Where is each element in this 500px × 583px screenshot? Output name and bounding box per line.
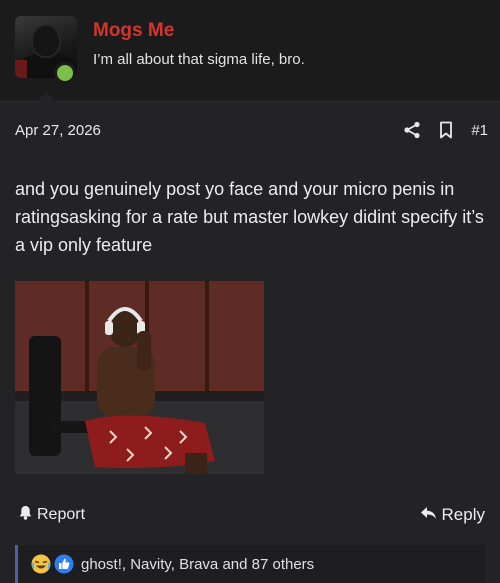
- post-number-link[interactable]: #1: [471, 122, 488, 139]
- avatar-silhouette-head: [33, 26, 59, 56]
- post-meta-actions: #1: [385, 119, 488, 141]
- report-button[interactable]: Report: [19, 505, 85, 525]
- post-message-text: and you genuinely post yo face and your …: [15, 179, 484, 255]
- online-status-indicator: [54, 62, 76, 84]
- reactions-bar[interactable]: ghost!, Navity, Brava and 87 others: [15, 545, 485, 583]
- bell-icon: [19, 505, 37, 525]
- avatar-red-detail: [15, 60, 27, 78]
- reply-button[interactable]: Reply: [420, 505, 485, 525]
- post-author-block: Mogs Me I’m all about that sigma life, b…: [0, 0, 500, 102]
- post-body: Apr 27, 2026 #1 and you genuinely post y…: [0, 102, 500, 583]
- post-embedded-gif[interactable]: [15, 281, 264, 474]
- thumbs-up-icon: [54, 554, 74, 574]
- author-username[interactable]: Mogs Me: [93, 20, 174, 42]
- forum-post-page: Mogs Me I’m all about that sigma life, b…: [0, 0, 500, 583]
- author-pointer: [36, 92, 56, 102]
- reply-label: Reply: [441, 505, 485, 524]
- reply-arrow-icon: [420, 505, 442, 525]
- avatar-wrap[interactable]: [15, 16, 77, 84]
- bookmark-icon[interactable]: [439, 121, 453, 139]
- author-title: I’m all about that sigma life, bro.: [93, 51, 305, 68]
- post-footer-actions: Report Reply: [0, 505, 500, 529]
- laugh-cry-emoji-icon: [31, 554, 51, 574]
- report-label: Report: [37, 506, 86, 523]
- post-date[interactable]: Apr 27, 2026: [15, 122, 101, 139]
- share-icon[interactable]: [403, 121, 421, 139]
- gif-scene: [15, 281, 264, 474]
- reactions-summary[interactable]: ghost!, Navity, Brava and 87 others: [81, 556, 314, 573]
